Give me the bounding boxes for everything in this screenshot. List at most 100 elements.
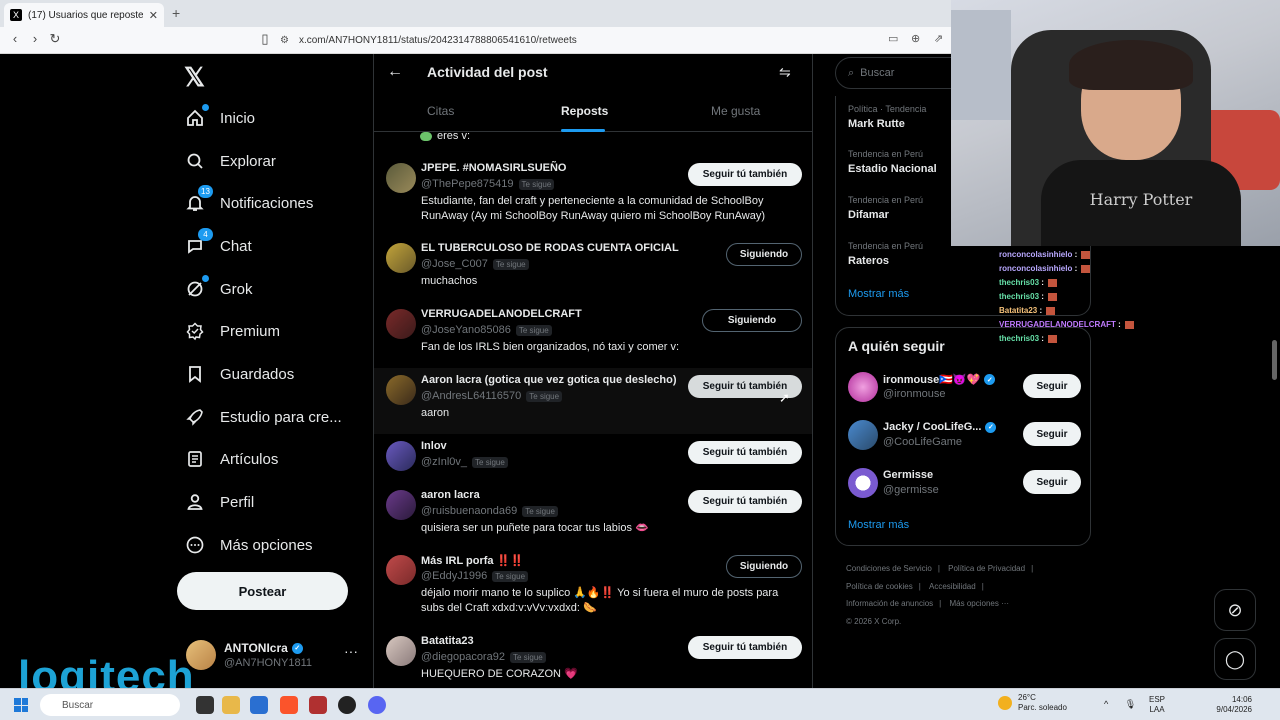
- repost-user-row[interactable]: JPEPE. #NOMASIRLSUEÑO @ThePepe875419 Te si…: [374, 156, 812, 236]
- tab-me-gusta[interactable]: Me gusta: [711, 104, 760, 118]
- grok-float-button[interactable]: ⊘: [1214, 589, 1256, 631]
- more-icon[interactable]: ···: [344, 643, 358, 659]
- trend-item[interactable]: Política · Tendencia Mark Rutte: [848, 104, 926, 130]
- nav-item-grok[interactable]: Grok: [184, 271, 253, 307]
- tab-citas[interactable]: Citas: [427, 104, 454, 118]
- reload-icon[interactable]: ↻: [46, 31, 64, 47]
- post-button[interactable]: Postear: [177, 572, 348, 610]
- footer-link[interactable]: Política de Privacidad: [948, 564, 1025, 573]
- footer-link[interactable]: Más opciones ···: [949, 599, 1009, 608]
- follow-button[interactable]: Seguir: [1023, 374, 1081, 398]
- user-name[interactable]: aaron lacra: [421, 489, 480, 501]
- nav-item-guardados[interactable]: Guardados: [184, 356, 294, 392]
- browser-tab[interactable]: X (17) Usuarios que repostearon e ✕: [4, 3, 164, 27]
- nav-item-notificaciones[interactable]: 13 Notificaciones: [184, 185, 313, 221]
- avatar[interactable]: [386, 555, 416, 585]
- nav-item-artículos[interactable]: Artículos: [184, 441, 278, 477]
- user-name[interactable]: Más IRL porfa ‼️‼️: [421, 554, 524, 567]
- avatar[interactable]: [386, 441, 416, 471]
- avatar[interactable]: [386, 163, 416, 193]
- app-icon[interactable]: [309, 696, 327, 714]
- filter-icon[interactable]: ⇋: [779, 64, 791, 81]
- cast-icon[interactable]: ▭: [888, 32, 898, 45]
- weather-widget[interactable]: 26°C Parc. soleado: [998, 693, 1067, 713]
- brave-browser-icon[interactable]: [280, 696, 298, 714]
- windows-start-icon[interactable]: [14, 698, 28, 712]
- user-name[interactable]: Aaron lacra (gotica que vez gotica que d…: [421, 374, 677, 386]
- nav-item-estudio-para-cre[interactable]: Estudio para cre...: [184, 399, 342, 435]
- who-to-follow-show-more-link[interactable]: Mostrar más: [848, 519, 909, 531]
- follow-back-button[interactable]: Seguir tú también: [688, 441, 802, 464]
- repost-user-row[interactable]: Aaron lacra (gotica que vez gotica que d…: [374, 368, 812, 434]
- footer-link[interactable]: Información de anuncios: [846, 599, 933, 608]
- messages-float-button[interactable]: ◯: [1214, 638, 1256, 680]
- task-view-icon[interactable]: [196, 696, 214, 714]
- repost-user-row[interactable]: aaron lacra @ruisbuenaonda69 Te sigue quisi…: [374, 483, 812, 548]
- user-name[interactable]: JPEPE. #NOMASIRLSUEÑO: [421, 162, 566, 174]
- store-icon[interactable]: [250, 696, 268, 714]
- scrollbar-thumb[interactable]: [1272, 340, 1277, 380]
- follow-back-button[interactable]: Seguir tú también: [688, 636, 802, 659]
- follow-back-button[interactable]: Seguir tú también: [688, 163, 802, 186]
- user-name[interactable]: Inlov: [421, 440, 447, 452]
- repost-user-row[interactable]: EL TUBERCULOSO DE RODAS CUENTA OFICIAL @J…: [374, 236, 812, 302]
- repost-user-row[interactable]: Batatita23 @diegopacora92 Te sigue HUEQUERO…: [374, 629, 812, 680]
- following-button[interactable]: Siguiendo: [726, 555, 802, 578]
- avatar[interactable]: [848, 468, 878, 498]
- suggested-account[interactable]: Germisse @germisse Seguir: [848, 466, 1082, 502]
- x-logo-icon[interactable]: 𝕏: [184, 62, 205, 93]
- close-icon[interactable]: ✕: [149, 9, 158, 22]
- microphone-icon[interactable]: 🎙: [1125, 699, 1136, 709]
- nav-item-más-opciones[interactable]: Más opciones: [184, 527, 313, 563]
- repost-user-row[interactable]: Inlov @zInl0v_ Te sigue Seguir tú también: [374, 434, 812, 483]
- nav-item-inicio[interactable]: Inicio: [184, 100, 255, 136]
- avatar[interactable]: [386, 490, 416, 520]
- user-name[interactable]: Batatita23: [421, 635, 474, 647]
- follow-back-button[interactable]: Seguir tú también: [688, 490, 802, 513]
- repost-user-row[interactable]: Más IRL porfa ‼️‼️ @EddyJ1996 Te sigue déja…: [374, 548, 812, 629]
- forward-icon[interactable]: ›: [26, 31, 44, 46]
- back-arrow-icon[interactable]: ←: [387, 63, 403, 81]
- follow-button[interactable]: Seguir: [1023, 422, 1081, 446]
- back-icon[interactable]: ‹: [6, 31, 24, 46]
- discord-icon[interactable]: [368, 696, 386, 714]
- clock[interactable]: 14:06 9/04/2026: [1210, 695, 1252, 715]
- trend-item[interactable]: Tendencia en Perú Rateros: [848, 241, 923, 267]
- site-settings-icon[interactable]: ⚙: [280, 35, 289, 46]
- trend-item[interactable]: Tendencia en Perú Difamar: [848, 195, 923, 221]
- footer-link[interactable]: Política de cookies: [846, 582, 913, 591]
- avatar[interactable]: [848, 420, 878, 450]
- nav-item-premium[interactable]: Premium: [184, 313, 280, 349]
- avatar[interactable]: [848, 372, 878, 402]
- file-explorer-icon[interactable]: [222, 696, 240, 714]
- avatar[interactable]: [386, 309, 416, 339]
- share-icon[interactable]: ⇗: [934, 32, 943, 45]
- user-name[interactable]: EL TUBERCULOSO DE RODAS CUENTA OFICIAL: [421, 242, 679, 254]
- footer-link[interactable]: Condiciones de Servicio: [846, 564, 932, 573]
- account-switcher[interactable]: ANTONIcra ✓ @AN7HONY1811 ···: [186, 640, 366, 672]
- language-indicator[interactable]: ESP LAA: [1149, 695, 1165, 715]
- url-field[interactable]: ⚙ x.com/AN7HONY1811/status/2042314788806…: [280, 31, 960, 50]
- scrollbar[interactable]: [1270, 250, 1278, 680]
- suggested-account[interactable]: ironmouse🇵🇷😈💖 ✓ @ironmouse Seguir: [848, 370, 1082, 406]
- following-button[interactable]: Siguiendo: [702, 309, 802, 332]
- follow-button[interactable]: Seguir: [1023, 470, 1081, 494]
- repost-user-row[interactable]: VERRUGADELANODELCRAFT @JoseYano85086 Te si…: [374, 302, 812, 368]
- trend-item[interactable]: Tendencia en Perú Estadio Nacional: [848, 149, 937, 175]
- bookmark-page-icon[interactable]: ▯: [256, 31, 274, 47]
- taskbar-search[interactable]: Buscar: [40, 694, 180, 716]
- tab-reposts[interactable]: Reposts: [561, 104, 608, 118]
- nav-item-explorar[interactable]: Explorar: [184, 143, 276, 179]
- avatar[interactable]: [386, 243, 416, 273]
- footer-link[interactable]: Accesibilidad: [929, 582, 976, 591]
- nav-item-perfil[interactable]: Perfil: [184, 484, 254, 520]
- chevron-up-icon[interactable]: ^: [1104, 699, 1108, 709]
- zoom-icon[interactable]: ⊕: [911, 32, 920, 45]
- nav-item-chat[interactable]: 4 Chat: [184, 228, 252, 264]
- avatar[interactable]: [386, 375, 416, 405]
- trends-show-more-link[interactable]: Mostrar más: [848, 288, 909, 300]
- user-name[interactable]: VERRUGADELANODELCRAFT: [421, 308, 582, 320]
- system-tray[interactable]: ^ 🎙: [1104, 699, 1136, 710]
- suggested-account[interactable]: Jacky / CooLifeG... ✓ @CooLifeGame Seguir: [848, 418, 1082, 454]
- obs-icon[interactable]: [338, 696, 356, 714]
